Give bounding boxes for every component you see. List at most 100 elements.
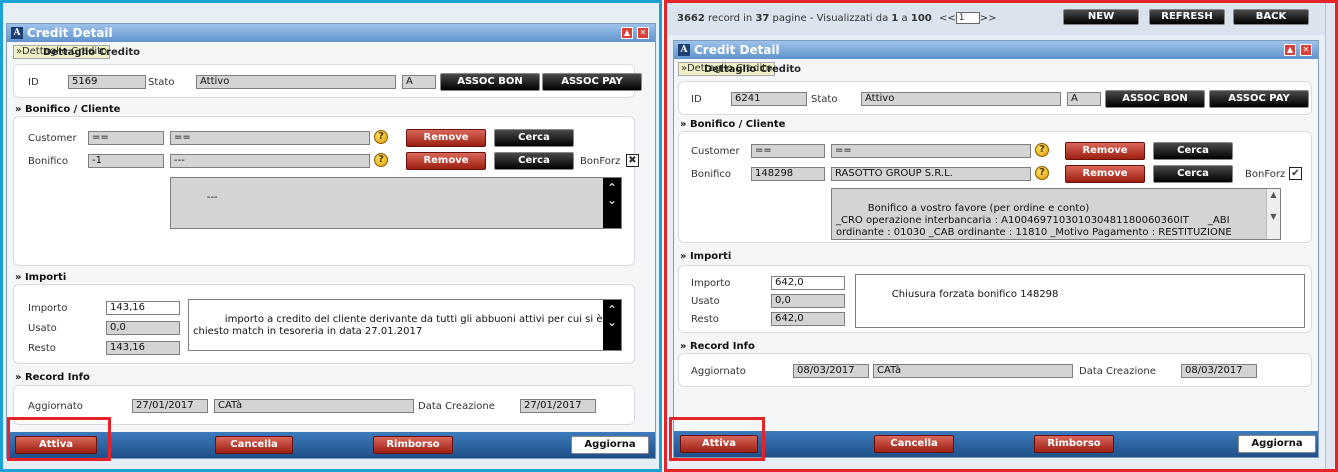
record-count: 3662 <box>677 13 705 24</box>
customer-label: Customer <box>691 146 740 157</box>
customer-remove-button[interactable]: Remove <box>1065 142 1145 160</box>
bonifico-remove-button[interactable]: Remove <box>406 152 486 170</box>
textarea-scrollbar[interactable]: ⌃ ⌄ <box>603 178 621 228</box>
usato-field[interactable]: 0,0 <box>771 294 845 308</box>
stato-code-field[interactable]: A <box>1067 92 1101 106</box>
usato-label: Usato <box>28 323 57 334</box>
bonifico-box: Customer == == ? Remove Cerca Bonifico 1… <box>678 131 1312 243</box>
bonforz-checkbox[interactable]: ✖ <box>626 154 639 167</box>
usato-field[interactable]: 0,0 <box>106 321 180 335</box>
importo-field[interactable]: 143,16 <box>106 301 180 315</box>
textarea-scrollbar[interactable]: ⌃ ⌄ <box>603 300 621 350</box>
id-field[interactable]: 6241 <box>731 92 807 106</box>
assoc-bon-button[interactable]: ASSOC BON <box>1105 90 1205 108</box>
bonifico-name-field[interactable]: RASOTTO GROUP S.R.L. <box>831 167 1031 181</box>
next-page-link[interactable]: >> <box>980 13 997 24</box>
aggiorna-button[interactable]: Aggiorna <box>571 436 649 454</box>
importi-note-text: importo a credito del cliente derivante … <box>193 314 603 337</box>
data-creazione-label: Data Creazione <box>418 401 495 412</box>
customer-code-field[interactable]: == <box>751 144 825 158</box>
importo-field[interactable]: 642,0 <box>771 276 845 290</box>
page-input[interactable]: 1 <box>955 12 980 24</box>
bonifico-box: Customer == == ? Remove Cerca Bonifico -… <box>13 116 639 266</box>
importi-note-textarea[interactable]: Chiusura forzata bonifico 148298 <box>855 274 1305 328</box>
id-field[interactable]: 5169 <box>68 75 146 89</box>
customer-name-field[interactable]: == <box>831 144 1031 158</box>
assoc-bon-button[interactable]: ASSOC BON <box>440 73 540 91</box>
bonifico-code-field[interactable]: 148298 <box>751 167 825 181</box>
customer-remove-button[interactable]: Remove <box>406 129 486 147</box>
page-scrollbar[interactable] <box>1325 3 1335 469</box>
window-title: Credit Detail <box>27 26 113 40</box>
bonforz-checkbox[interactable]: ✔ <box>1289 167 1302 180</box>
importi-note-text: Chiusura forzata bonifico 148298 <box>891 289 1059 300</box>
right-panel: 3662 record in 37 pagine - Visualizzati … <box>664 0 1338 472</box>
customer-name-field[interactable]: == <box>170 131 370 145</box>
maximize-icon[interactable]: ▲ <box>1284 44 1296 56</box>
data-creazione-field[interactable]: 08/03/2017 <box>1181 364 1257 378</box>
help-icon[interactable]: ? <box>1035 143 1049 157</box>
section-bonifico-title: » Bonifico / Cliente <box>680 119 786 130</box>
cancella-button[interactable]: Cancella <box>874 435 954 453</box>
detail-box: ID 6241 Stato Attivo A ASSOC BON ASSOC P… <box>678 81 1312 115</box>
window-footer: Attiva Cancella Rimborso Aggiorna <box>674 431 1318 457</box>
record-box: Aggiornato 08/03/2017 CATà Data Creazion… <box>678 353 1312 387</box>
help-icon[interactable]: ? <box>374 153 388 167</box>
rimborso-button[interactable]: Rimborso <box>1034 435 1114 453</box>
customer-cerca-button[interactable]: Cerca <box>1153 142 1233 160</box>
resto-field[interactable]: 642,0 <box>771 312 845 326</box>
stato-field[interactable]: Attivo <box>196 75 396 89</box>
bonifico-label: Bonifico <box>691 169 732 180</box>
help-icon[interactable]: ? <box>374 130 388 144</box>
usato-label: Usato <box>691 296 720 307</box>
close-icon[interactable]: ✕ <box>1300 44 1312 56</box>
cancella-button[interactable]: Cancella <box>215 436 293 454</box>
aggiornato-user-field[interactable]: CATà <box>214 399 414 413</box>
range-to: 100 <box>910 13 932 24</box>
importi-note-textarea[interactable]: importo a credito del cliente derivante … <box>188 299 622 351</box>
app-logo-icon: A <box>678 44 690 56</box>
aggiornato-date-field[interactable]: 08/03/2017 <box>793 364 869 378</box>
bonifico-code-field[interactable]: -1 <box>88 154 164 168</box>
assoc-pay-button[interactable]: ASSOC PAY <box>542 73 642 91</box>
window-body: »Dettaglio Credito Dettaglio Credito ID … <box>7 42 655 458</box>
section-record-title: » Record Info <box>680 341 755 352</box>
close-icon[interactable]: ✕ <box>637 27 649 39</box>
bonifico-remove-button[interactable]: Remove <box>1065 165 1145 183</box>
customer-code-field[interactable]: == <box>88 131 164 145</box>
importi-box: Importo 143,16 Usato 0,0 Resto 143,16 im… <box>13 284 635 364</box>
app-logo-icon: A <box>11 27 23 39</box>
assoc-pay-button[interactable]: ASSOC PAY <box>1209 90 1309 108</box>
pager: 3662 record in 37 pagine - Visualizzati … <box>677 12 996 24</box>
id-label: ID <box>691 94 702 105</box>
stato-code-field[interactable]: A <box>402 75 436 89</box>
rimborso-button[interactable]: Rimborso <box>373 436 453 454</box>
back-button[interactable]: BACK <box>1233 9 1309 25</box>
maximize-icon[interactable]: ▲ <box>621 27 633 39</box>
new-button[interactable]: NEW <box>1063 9 1139 25</box>
importo-label: Importo <box>691 278 731 289</box>
aggiorna-button[interactable]: Aggiorna <box>1238 435 1316 453</box>
help-icon[interactable]: ? <box>1035 166 1049 180</box>
bonifico-text: Bonifico a vostro favore (per ordine e c… <box>836 203 1232 238</box>
refresh-button[interactable]: REFRESH <box>1149 9 1225 25</box>
section-bonifico-title: » Bonifico / Cliente <box>15 104 121 115</box>
stato-field[interactable]: Attivo <box>861 92 1061 106</box>
customer-cerca-button[interactable]: Cerca <box>494 129 574 147</box>
bonifico-cerca-button[interactable]: Cerca <box>1153 165 1233 183</box>
bonforz-label: BonForz <box>1245 169 1286 180</box>
detail-box: ID 5169 Stato Attivo A ASSOC BON ASSOC P… <box>13 64 642 98</box>
aggiornato-date-field[interactable]: 27/01/2017 <box>132 399 208 413</box>
bonifico-cerca-button[interactable]: Cerca <box>494 152 574 170</box>
aggiornato-user-field[interactable]: CATà <box>873 364 1073 378</box>
data-creazione-field[interactable]: 27/01/2017 <box>520 399 596 413</box>
textarea-scrollbar[interactable]: ▲ ▼ <box>1266 189 1280 239</box>
page-count: 37 <box>755 13 770 24</box>
bonifico-name-field[interactable]: --- <box>170 154 370 168</box>
highlight-box <box>669 417 765 461</box>
prev-page-link[interactable]: << <box>939 13 956 24</box>
resto-field[interactable]: 143,16 <box>106 341 180 355</box>
bonifico-textarea[interactable]: --- ⌃ ⌄ <box>170 177 622 229</box>
bonifico-textarea[interactable]: Bonifico a vostro favore (per ordine e c… <box>831 188 1281 240</box>
customer-label: Customer <box>28 133 77 144</box>
